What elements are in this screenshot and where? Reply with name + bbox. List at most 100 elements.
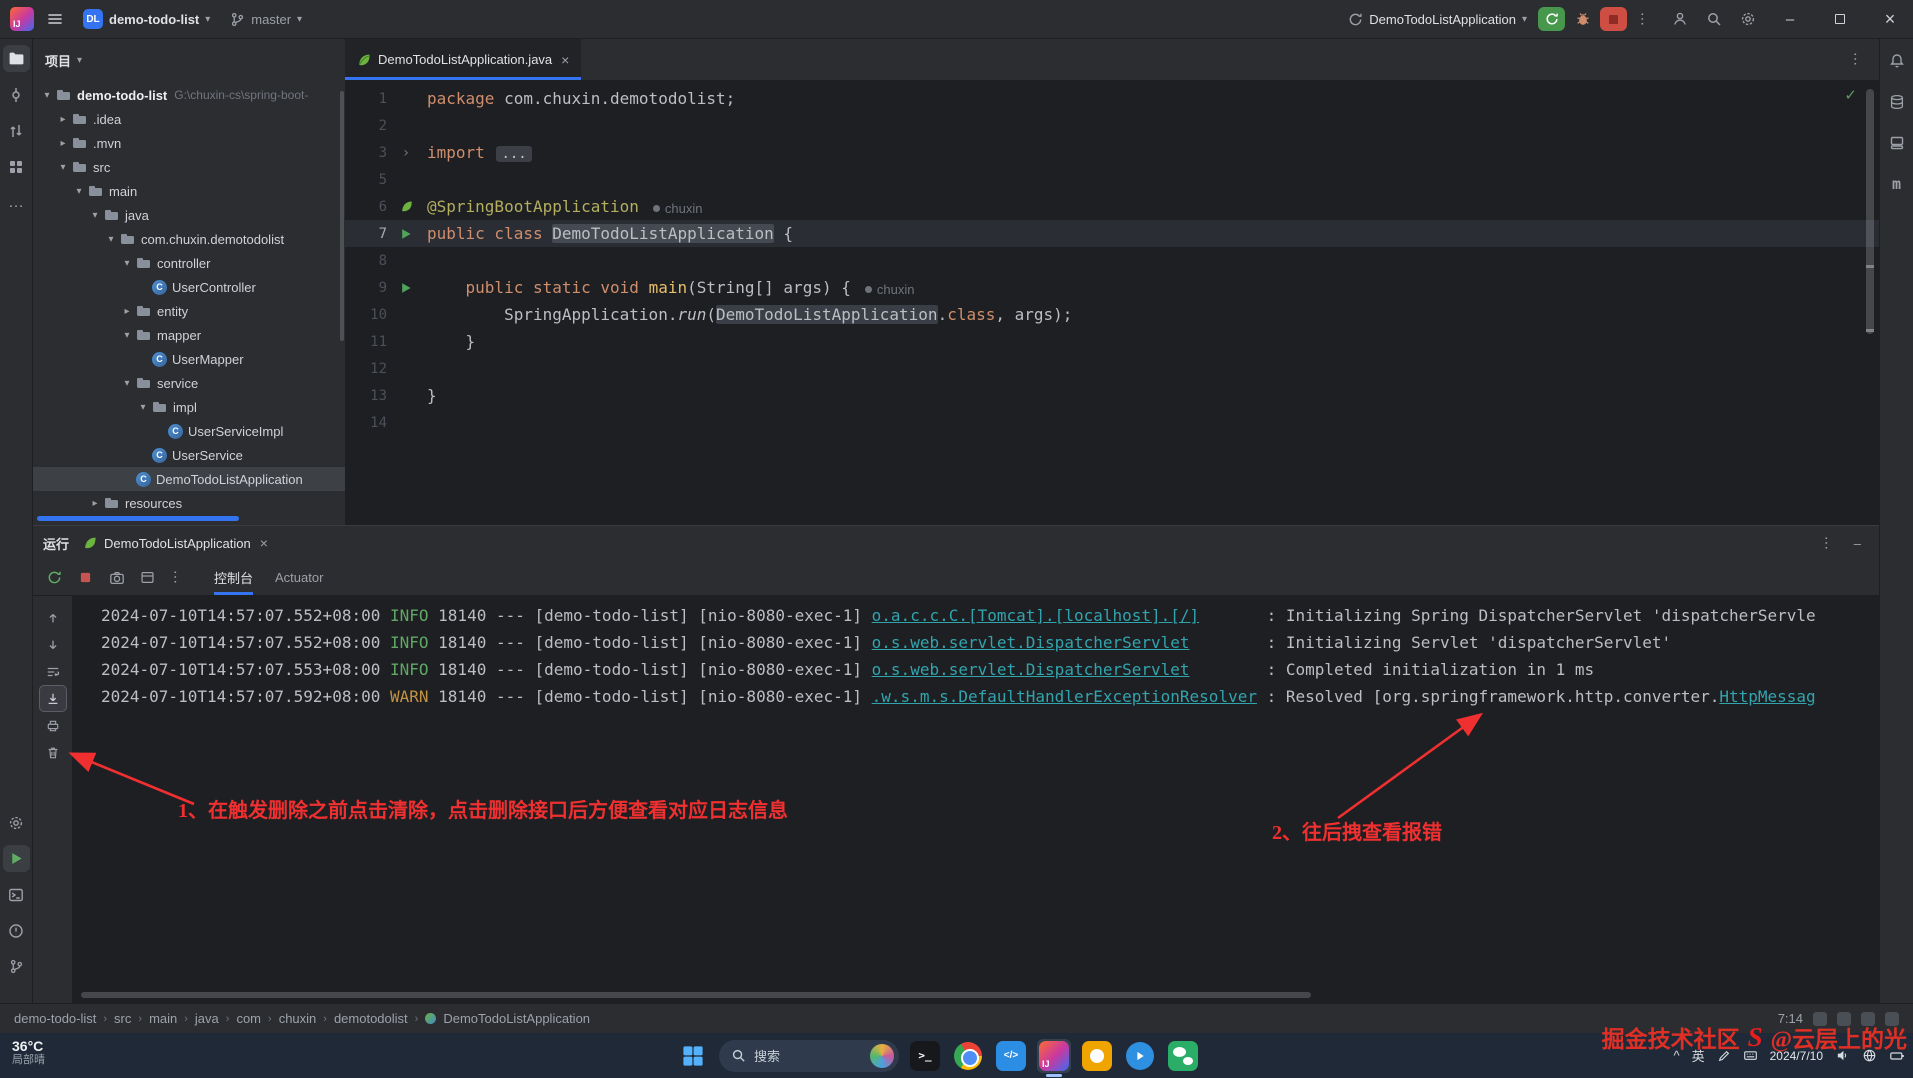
tree-item-com.chuxin.demotodolist[interactable]: ▾ com.chuxin.demotodolist: [33, 227, 345, 251]
project-vertical-scrollbar[interactable]: [340, 91, 344, 341]
status-tray-icon[interactable]: [1885, 1011, 1899, 1026]
print-button[interactable]: [39, 712, 67, 739]
toolwindow-maven-button[interactable]: m: [1883, 170, 1910, 197]
toolwindow-dependencies-button[interactable]: [1883, 129, 1910, 156]
code-line-3[interactable]: 3 › import ...: [345, 139, 1879, 166]
tree-item-UserServiceImpl[interactable]: C UserServiceImpl: [33, 419, 345, 443]
toolwindow-commit-button[interactable]: [3, 81, 30, 108]
editor-options-button[interactable]: …: [1851, 52, 1868, 68]
settings-button[interactable]: [1733, 5, 1763, 33]
tree-item-main[interactable]: ▾ main: [33, 179, 345, 203]
tree-item-.idea[interactable]: ▸ .idea: [33, 107, 345, 131]
start-button[interactable]: [676, 1039, 710, 1073]
vcs-branch-widget[interactable]: master ▾: [223, 5, 309, 33]
debug-button[interactable]: [1569, 7, 1596, 31]
close-window-button[interactable]: ×: [1867, 0, 1913, 39]
keyboard-icon[interactable]: [1743, 1048, 1758, 1063]
code-line-10[interactable]: 10 SpringApplication.run(DemoTodoListApp…: [345, 301, 1879, 328]
taskbar-app-terminal[interactable]: >_: [908, 1039, 942, 1073]
breadcrumb-item[interactable]: demotodolist: [334, 1011, 408, 1026]
tree-item-entity[interactable]: ▸ entity: [33, 299, 345, 323]
tree-item-impl[interactable]: ▾ impl: [33, 395, 345, 419]
tree-item-mapper[interactable]: ▾ mapper: [33, 323, 345, 347]
project-widget[interactable]: DL demo-todo-list ▾: [76, 5, 217, 33]
battery-icon[interactable]: [1889, 1048, 1905, 1064]
breadcrumb-item[interactable]: demo-todo-list: [14, 1011, 96, 1026]
tray-chevron-icon[interactable]: ^: [1673, 1048, 1679, 1063]
code-line-6[interactable]: 6 @SpringBootApplication chuxin: [345, 193, 1879, 220]
breadcrumb-item[interactable]: main: [149, 1011, 177, 1026]
tree-item-UserController[interactable]: C UserController: [33, 275, 345, 299]
search-everywhere-button[interactable]: [1699, 5, 1729, 33]
breadcrumb-item[interactable]: chuxin: [279, 1011, 317, 1026]
code-line-8[interactable]: 8: [345, 247, 1879, 274]
breadcrumb-item[interactable]: DemoTodoListApplication: [443, 1011, 590, 1026]
run-gutter-icon[interactable]: [395, 228, 417, 240]
toolwindow-terminal-button[interactable]: [3, 881, 30, 908]
toolwindow-settings-button[interactable]: [3, 809, 30, 836]
logger-link[interactable]: o.s.web.servlet.DispatcherServlet: [872, 660, 1190, 679]
clear-console-button[interactable]: [39, 739, 67, 766]
taskbar-app-chrome[interactable]: [951, 1039, 985, 1073]
rerun-button[interactable]: [41, 565, 68, 591]
tree-item-.mvn[interactable]: ▸ .mvn: [33, 131, 345, 155]
tree-item-service[interactable]: ▾ service: [33, 371, 345, 395]
minimize-window-button[interactable]: –: [1767, 0, 1813, 39]
editor-tab[interactable]: DemoTodoListApplication.java ×: [345, 39, 582, 80]
more-options-button[interactable]: …: [165, 565, 192, 591]
main-menu-button[interactable]: [40, 5, 70, 33]
code-line-2[interactable]: 2: [345, 112, 1879, 139]
tree-item-controller[interactable]: ▾ controller: [33, 251, 345, 275]
status-tray-icon[interactable]: [1837, 1011, 1851, 1026]
taskbar-search-input[interactable]: 搜索: [719, 1039, 899, 1072]
rerun-button[interactable]: [1538, 7, 1565, 31]
toolwindow-project-button[interactable]: [2, 45, 30, 72]
scroll-to-end-button[interactable]: [38, 685, 67, 712]
editor-vertical-scrollbar[interactable]: [1866, 89, 1874, 334]
tray-date[interactable]: 2024/7/10: [1770, 1049, 1823, 1063]
toolwindow-problems-button[interactable]: [3, 917, 30, 944]
toolwindow-database-button[interactable]: [1883, 88, 1910, 115]
scroll-up-button[interactable]: [39, 604, 67, 631]
breadcrumb-item[interactable]: src: [114, 1011, 131, 1026]
hide-panel-button[interactable]: –: [1854, 536, 1861, 551]
run-gutter-icon[interactable]: [395, 282, 417, 294]
code-line-13[interactable]: 13}: [345, 382, 1879, 409]
taskbar-app-vscode[interactable]: </>: [994, 1039, 1028, 1073]
class-link[interactable]: HttpMessag: [1719, 687, 1815, 706]
scroll-down-button[interactable]: [39, 631, 67, 658]
console-settings-button[interactable]: [134, 565, 161, 591]
code-editor[interactable]: 1 package com.chuxin.demotodolist; 2 3 › impo…: [345, 81, 1879, 436]
close-tab-icon[interactable]: ×: [561, 52, 569, 68]
thread-dump-button[interactable]: [103, 565, 130, 591]
code-line-12[interactable]: 12: [345, 355, 1879, 382]
console-output[interactable]: 2024-07-10T14:57:07.552+08:00 INFO 18140…: [73, 596, 1879, 1004]
code-line-1[interactable]: 1 package com.chuxin.demotodolist;: [345, 85, 1879, 112]
tree-item-src[interactable]: ▾ src: [33, 155, 345, 179]
code-line-11[interactable]: 11 }: [345, 328, 1879, 355]
breadcrumb-item[interactable]: com: [236, 1011, 261, 1026]
taskbar-app-toolbox[interactable]: [1080, 1039, 1114, 1073]
network-icon[interactable]: [1862, 1048, 1877, 1063]
soft-wrap-button[interactable]: [39, 658, 67, 685]
speaker-icon[interactable]: [1835, 1048, 1850, 1063]
maximize-window-button[interactable]: [1817, 0, 1863, 39]
more-tool-windows-button[interactable]: …: [3, 189, 30, 216]
console-horizontal-scrollbar[interactable]: [81, 992, 1311, 998]
tree-item-DemoTodoListApplication[interactable]: C DemoTodoListApplication: [33, 467, 345, 491]
code-line-9[interactable]: 9 public static void main(String[] args)…: [345, 274, 1879, 301]
tree-item-resources[interactable]: ▸ resources: [33, 491, 345, 515]
tree-item-demo-todo-list[interactable]: ▾ demo-todo-list G:\chuxin-cs\spring-boot-: [33, 83, 345, 107]
toolwindow-pull-requests-button[interactable]: [3, 117, 30, 144]
tab-actuator[interactable]: Actuator: [275, 560, 323, 595]
code-line-14[interactable]: 14: [345, 409, 1879, 436]
toolwindow-structure-button[interactable]: [3, 153, 30, 180]
code-with-me-button[interactable]: [1665, 5, 1695, 33]
stop-button[interactable]: [72, 565, 99, 591]
taskbar-weather-widget[interactable]: 36°C 局部晴: [12, 1038, 45, 1067]
close-tab-icon[interactable]: ×: [260, 535, 268, 551]
pen-icon[interactable]: [1717, 1049, 1731, 1063]
stop-button[interactable]: [1600, 7, 1627, 31]
code-line-7[interactable]: 7 public class DemoTodoListApplication {: [345, 220, 1879, 247]
breadcrumb-item[interactable]: java: [195, 1011, 219, 1026]
